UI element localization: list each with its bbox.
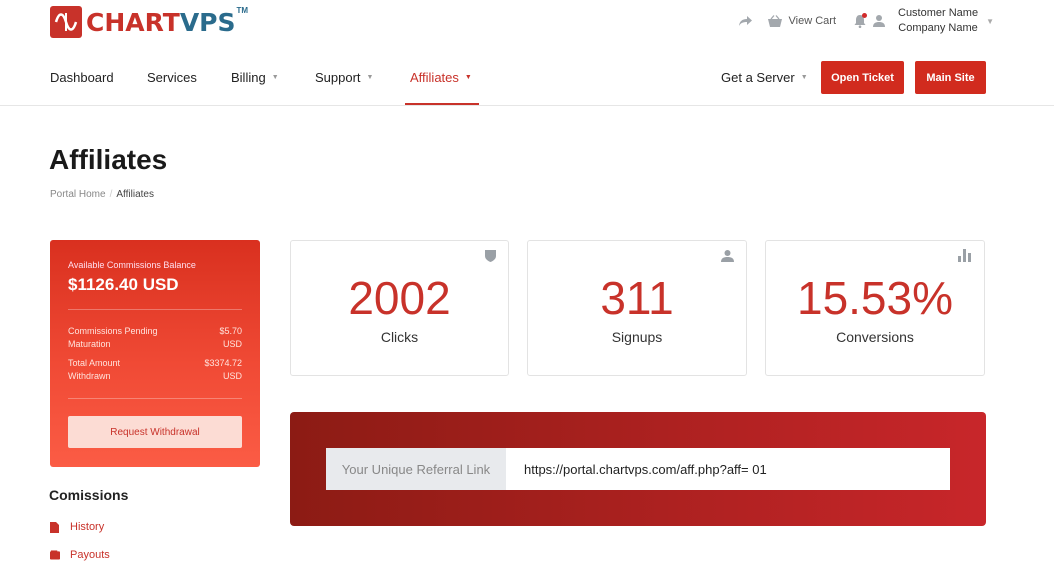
- notifications-bell-icon[interactable]: [854, 13, 867, 28]
- notification-dot: [862, 13, 867, 18]
- bar-chart-icon: [958, 249, 972, 267]
- breadcrumb-home[interactable]: Portal Home: [50, 189, 106, 200]
- stat-card-signups: 311 Signups: [527, 240, 747, 376]
- referral-link-label: Your Unique Referral Link: [326, 448, 506, 490]
- balance-label: Available Commissions Balance: [68, 260, 196, 270]
- divider: [68, 309, 242, 310]
- breadcrumb-current: Affiliates: [116, 189, 154, 200]
- page-title: Affiliates: [49, 144, 168, 175]
- chevron-down-icon: ▼: [366, 74, 374, 81]
- pending-label-2: Maturation: [68, 339, 111, 349]
- stat-label: Signups: [611, 329, 663, 345]
- sidebar-link-label: Payouts: [70, 549, 110, 561]
- basket-icon: [767, 14, 783, 28]
- request-withdrawal-button[interactable]: Request Withdrawal: [68, 416, 242, 448]
- pending-label-1: Commissions Pending: [68, 326, 158, 336]
- sidebar-link-payouts[interactable]: Payouts: [50, 549, 110, 561]
- pending-value-1: $5.70: [219, 326, 242, 336]
- balance-value: $1126.40 USD: [68, 275, 179, 294]
- sidebar-title: Comissions: [49, 487, 129, 503]
- nav-billing[interactable]: Billing ▼: [231, 70, 279, 85]
- top-actions: View Cart Customer Name Company Name ▼: [738, 6, 994, 36]
- pending-row: Commissions Pending Maturation $5.70 USD: [68, 325, 242, 351]
- user-menu[interactable]: Customer Name Company Name ▼: [872, 6, 994, 36]
- top-bar: CHARTVPS TM View Cart Customer Name Compa…: [0, 0, 1054, 50]
- stat-label: Conversions: [836, 329, 914, 345]
- stat-value: 15.53%: [796, 272, 953, 324]
- withdrawn-value-2: USD: [222, 371, 242, 381]
- logo-mark-icon: [50, 6, 82, 38]
- nav-services[interactable]: Services: [147, 70, 197, 85]
- brand-name: CHARTVPS: [86, 7, 236, 37]
- user-names: Customer Name Company Name: [898, 6, 978, 36]
- main-nav: Dashboard Services Billing ▼ Support ▼ Aff…: [0, 56, 1054, 106]
- user-caret-icon: ▼: [986, 16, 994, 26]
- view-cart-link[interactable]: View Cart: [767, 14, 836, 28]
- customer-name: Customer Name: [898, 7, 979, 19]
- user-avatar-icon: [872, 14, 886, 28]
- chevron-down-icon: ▼: [800, 74, 808, 81]
- wallet-icon: [50, 550, 60, 560]
- referral-link-input[interactable]: [506, 448, 950, 490]
- breadcrumb: Portal Home / Affiliates: [50, 189, 154, 200]
- chevron-down-icon: ▼: [271, 74, 279, 81]
- brand-logo[interactable]: CHARTVPS TM: [50, 6, 248, 38]
- commissions-panel: Available Commissions Balance $1126.40 U…: [50, 240, 260, 467]
- open-ticket-button[interactable]: Open Ticket: [821, 61, 904, 94]
- document-icon: [50, 522, 60, 533]
- nav-dashboard[interactable]: Dashboard: [50, 70, 114, 85]
- nav-support[interactable]: Support ▼: [315, 70, 373, 85]
- stat-card-conversions: 15.53% Conversions: [765, 240, 985, 376]
- sidebar-link-history[interactable]: History: [50, 521, 104, 533]
- nav-affiliates[interactable]: Affiliates ▼: [410, 70, 472, 85]
- stat-value: 311: [600, 272, 674, 324]
- user-icon: [721, 249, 734, 267]
- nav-get-server[interactable]: Get a Server ▼: [721, 70, 808, 85]
- pending-value-2: USD: [222, 339, 242, 349]
- referral-banner: Your Unique Referral Link: [290, 412, 986, 526]
- withdrawn-value-1: $3374.72: [204, 358, 242, 368]
- chevron-down-icon: ▼: [464, 74, 472, 81]
- stat-value: 2002: [348, 272, 451, 324]
- company-name: Company Name: [898, 22, 978, 34]
- active-nav-indicator: [405, 103, 479, 105]
- trademark: TM: [236, 5, 249, 15]
- sidebar-link-label: History: [70, 521, 105, 533]
- main-site-button[interactable]: Main Site: [915, 61, 986, 94]
- withdrawn-value: $3374.72 USD: [204, 357, 242, 383]
- share-icon[interactable]: [738, 15, 753, 27]
- referral-link-group: Your Unique Referral Link: [326, 448, 950, 490]
- divider: [68, 398, 242, 399]
- view-cart-label: View Cart: [788, 15, 836, 27]
- stat-card-clicks: 2002 Clicks: [290, 240, 509, 376]
- breadcrumb-separator: /: [109, 189, 113, 200]
- withdrawn-row: Total Amount Withdrawn $3374.72 USD: [68, 357, 242, 383]
- shield-icon: [485, 249, 496, 267]
- stat-label: Clicks: [380, 329, 419, 345]
- pending-value: $5.70 USD: [219, 325, 242, 351]
